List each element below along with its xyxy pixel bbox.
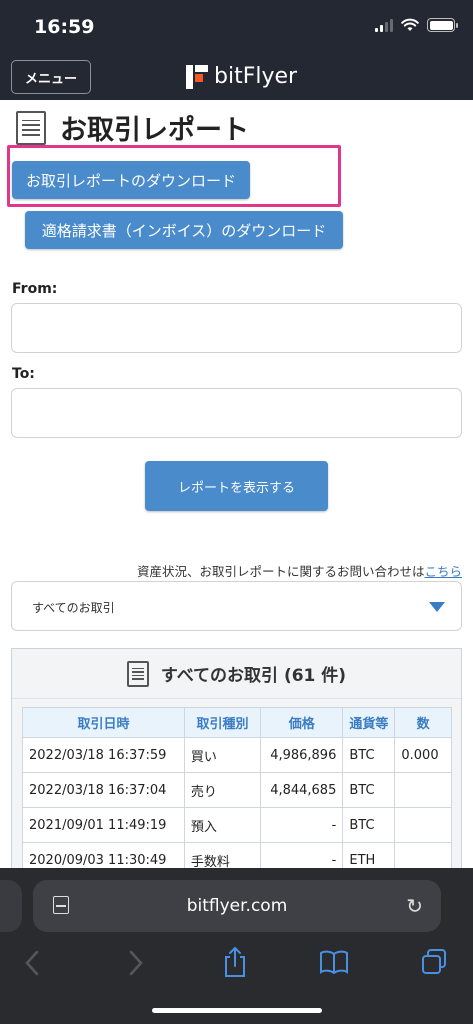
tabs-icon[interactable]	[421, 949, 447, 975]
share-icon[interactable]	[222, 946, 248, 978]
table-row: 2022/03/18 16:37:59 買い 4,986,896 BTC 0.0…	[22, 737, 452, 773]
status-icons	[375, 18, 458, 32]
cell-currency: BTC	[342, 737, 396, 773]
cell-amount	[394, 772, 452, 808]
top-bar: 16:59 メニュー bitFlyer	[0, 0, 473, 100]
previous-tab-preview[interactable]	[0, 880, 22, 932]
cell-currency: BTC	[342, 772, 396, 808]
cell-date: 2021/09/01 11:49:19	[22, 807, 185, 843]
contact-text: 資産状況、お取引レポートに関するお問い合わせは	[136, 564, 425, 579]
cell-price: -	[260, 807, 344, 843]
cell-currency: BTC	[342, 807, 396, 843]
brand-name: bitFlyer	[214, 64, 298, 89]
cell-amount	[394, 807, 452, 843]
column-header-date: 取引日時	[22, 707, 185, 738]
to-date-field[interactable]	[11, 388, 462, 438]
download-invoice-button[interactable]: 適格請求書（インボイス）のダウンロード	[25, 211, 343, 249]
browser-nav-row	[0, 946, 473, 986]
document-icon	[126, 660, 149, 687]
column-header-amount: 数	[394, 707, 452, 738]
bitflyer-logo-icon	[186, 64, 208, 89]
back-icon[interactable]	[24, 950, 40, 976]
page-title: お取引レポート	[60, 115, 249, 146]
table-row: 2022/03/18 16:37:04 売り 4,844,685 BTC	[22, 772, 452, 808]
transactions-panel: すべてのお取引 (61 件) 取引日時 取引種別 価格 通貨等 数 2022/0…	[11, 648, 462, 888]
show-report-button[interactable]: レポートを表示する	[145, 461, 328, 511]
contact-link[interactable]: こちら	[424, 564, 462, 579]
forward-icon[interactable]	[128, 950, 144, 976]
column-header-currency: 通貨等	[342, 707, 396, 738]
chevron-down-icon	[429, 602, 445, 612]
status-time: 16:59	[34, 16, 95, 38]
from-label: From:	[12, 281, 58, 297]
cell-price: 4,986,896	[260, 737, 344, 773]
column-header-price: 価格	[260, 707, 344, 738]
bookmarks-icon[interactable]	[319, 950, 349, 974]
cell-price: 4,844,685	[260, 772, 344, 808]
url-text: bitflyer.com	[186, 896, 288, 916]
to-label: To:	[12, 366, 35, 382]
cell-date: 2022/03/18 16:37:59	[22, 737, 185, 773]
document-icon	[16, 110, 46, 145]
cell-type: 買い	[183, 737, 262, 773]
cell-type: 売り	[183, 772, 262, 808]
battery-icon	[427, 18, 458, 32]
transactions-table: 取引日時 取引種別 価格 通貨等 数 2022/03/18 16:37:59 買…	[22, 707, 452, 878]
transaction-filter-select[interactable]: すべてのお取引	[11, 581, 462, 631]
transactions-title: すべてのお取引 (61 件)	[160, 666, 347, 686]
browser-toolbar: bitflyer.com ↻	[0, 868, 473, 1024]
cellular-signal-icon	[375, 18, 393, 32]
cell-type: 預入	[183, 807, 262, 843]
page-header: お取引レポート	[16, 108, 249, 147]
download-report-button[interactable]: お取引レポートのダウンロード	[12, 161, 250, 199]
brand-logo[interactable]: bitFlyer	[186, 64, 297, 89]
reload-icon[interactable]: ↻	[406, 894, 423, 918]
table-header-row: 取引日時 取引種別 価格 通貨等 数	[22, 707, 452, 738]
cell-amount: 0.000	[394, 737, 452, 773]
from-date-field[interactable]	[11, 303, 462, 353]
column-header-type: 取引種別	[183, 707, 262, 738]
wifi-icon	[401, 18, 419, 31]
table-row: 2021/09/01 11:49:19 預入 - BTC	[22, 807, 452, 843]
filter-selected-value: すべてのお取引	[32, 601, 115, 615]
cell-date: 2022/03/18 16:37:04	[22, 772, 185, 808]
transactions-header: すべてのお取引 (61 件)	[12, 649, 461, 699]
home-indicator[interactable]	[152, 1008, 322, 1013]
contact-note: 資産状況、お取引レポートに関するお問い合わせはこちら	[137, 561, 462, 580]
transactions-table-scroll[interactable]: 取引日時 取引種別 価格 通貨等 数 2022/03/18 16:37:59 買…	[22, 707, 452, 878]
menu-button[interactable]: メニュー	[11, 60, 91, 94]
address-bar[interactable]: bitflyer.com ↻	[33, 880, 441, 932]
